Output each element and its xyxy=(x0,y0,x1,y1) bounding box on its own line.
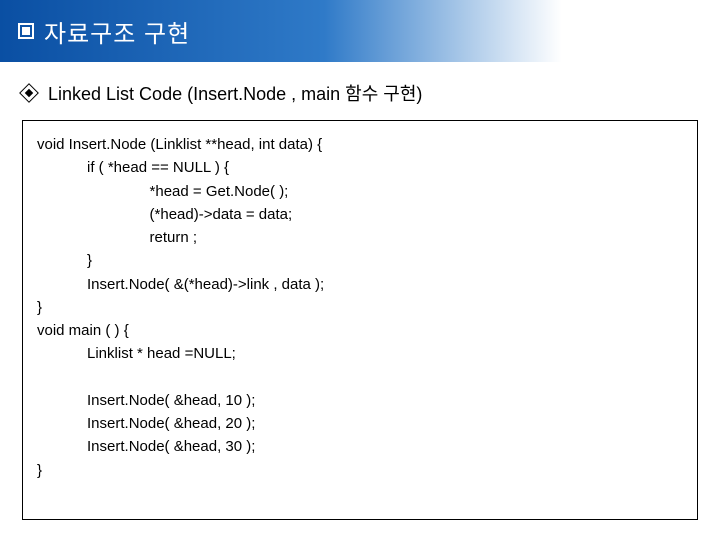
square-bullet-inner-icon xyxy=(22,27,30,35)
square-bullet-icon xyxy=(18,23,34,39)
title-bar: 자료구조 구현 xyxy=(0,0,720,62)
code-block-main: void main ( ) { Linklist * head =NULL; I… xyxy=(37,319,683,482)
slide: 자료구조 구현 Linked List Code (Insert.Node , … xyxy=(0,0,720,540)
code-block-insert-node: void Insert.Node (Linklist **head, int d… xyxy=(37,133,683,319)
code-box: void Insert.Node (Linklist **head, int d… xyxy=(22,120,698,520)
diamond-bullet-icon xyxy=(19,83,39,103)
diamond-bullet-inner-icon xyxy=(25,89,33,97)
slide-title: 자료구조 구현 xyxy=(44,14,190,49)
subtitle-row: Linked List Code (Insert.Node , main 함수 … xyxy=(0,62,720,116)
slide-subtitle: Linked List Code (Insert.Node , main 함수 … xyxy=(48,80,422,106)
